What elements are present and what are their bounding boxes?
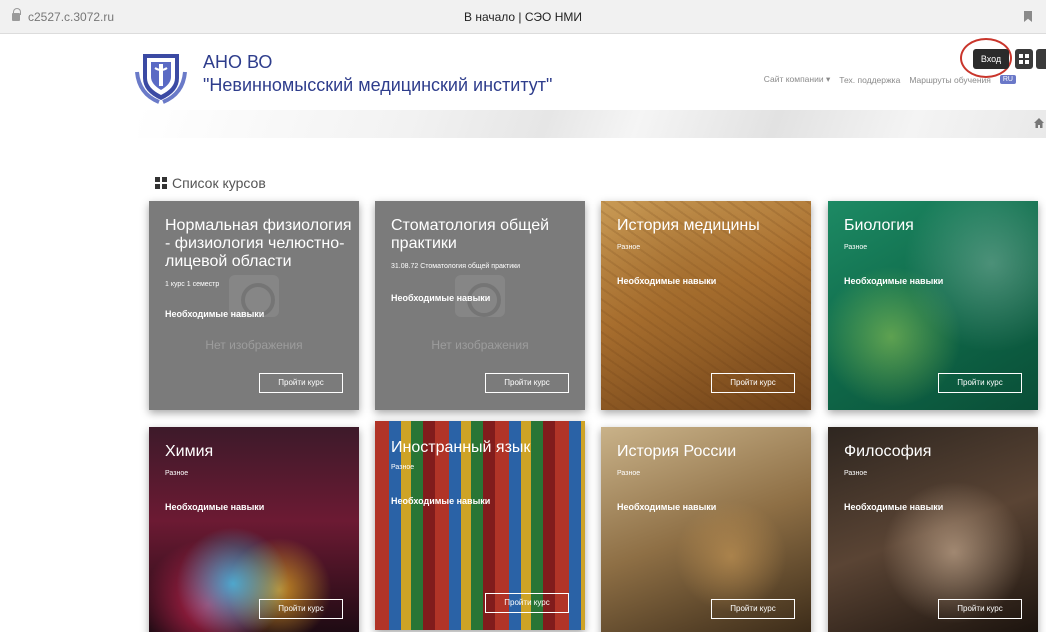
- course-title[interactable]: Философия: [844, 443, 1032, 461]
- start-course-button[interactable]: Пройти курс: [259, 373, 343, 393]
- header-banner: [138, 110, 1046, 138]
- start-course-button[interactable]: Пройти курс: [711, 373, 795, 393]
- course-title[interactable]: Биология: [844, 217, 1032, 235]
- course-subtitle: 31.08.72 Стоматология общей практики: [391, 263, 521, 270]
- course-skills: Необходимые навыки: [617, 502, 717, 512]
- course-card[interactable]: Философия Разное Необходимые навыки Прой…: [828, 427, 1038, 632]
- start-course-button[interactable]: Пройти курс: [485, 593, 569, 613]
- org-name: "Невинномысский медицинский институт": [203, 75, 553, 95]
- course-subtitle: Разное: [844, 470, 868, 477]
- grid-icon: [155, 177, 167, 189]
- start-course-button[interactable]: Пройти курс: [938, 373, 1022, 393]
- course-subtitle: Разное: [844, 244, 868, 251]
- course-title[interactable]: Химия: [165, 443, 353, 461]
- course-card[interactable]: История России Разное Необходимые навыки…: [601, 427, 811, 632]
- course-card[interactable]: История медицины Разное Необходимые навы…: [601, 201, 811, 410]
- no-image-label: Нет изображения: [205, 338, 303, 352]
- course-title[interactable]: Иностранный язык: [391, 439, 579, 457]
- nav-company-site[interactable]: Сайт компании ▾: [764, 74, 831, 85]
- course-subtitle: Разное: [391, 464, 415, 471]
- home-icon[interactable]: [1034, 118, 1044, 128]
- course-skills: Необходимые навыки: [844, 276, 944, 286]
- nav-support[interactable]: Тех. поддержка: [839, 75, 900, 85]
- course-skills: Необходимые навыки: [844, 502, 944, 512]
- course-skills: Необходимые навыки: [391, 293, 491, 303]
- start-course-button[interactable]: Пройти курс: [259, 599, 343, 619]
- course-card[interactable]: Нет изображения Стоматология общей практ…: [375, 201, 585, 410]
- course-skills: Необходимые навыки: [165, 502, 265, 512]
- course-card[interactable]: Биология Разное Необходимые навыки Пройт…: [828, 201, 1038, 410]
- course-subtitle: 1 курс 1 семестр: [165, 281, 220, 288]
- course-title[interactable]: История России: [617, 443, 805, 461]
- course-card[interactable]: Иностранный язык Разное Необходимые навы…: [375, 421, 585, 630]
- start-course-button[interactable]: Пройти курс: [938, 599, 1022, 619]
- course-skills: Необходимые навыки: [391, 496, 491, 506]
- page-title-bar: В начало | СЭО НМИ: [463, 10, 582, 24]
- org-type: АНО ВО: [203, 52, 273, 72]
- institute-logo[interactable]: [133, 48, 189, 104]
- apps-grid-button[interactable]: [1015, 49, 1033, 69]
- start-course-button[interactable]: Пройти курс: [485, 373, 569, 393]
- language-selector[interactable]: RU: [999, 75, 1016, 84]
- no-image-label: Нет изображения: [431, 338, 529, 352]
- browser-address-bar: c2527.c.3072.ru В начало | СЭО НМИ: [0, 0, 1046, 34]
- help-button[interactable]: [1036, 49, 1046, 69]
- section-title-label: Список курсов: [172, 175, 266, 191]
- start-course-button[interactable]: Пройти курс: [711, 599, 795, 619]
- course-subtitle: Разное: [165, 470, 189, 477]
- course-skills: Необходимые навыки: [617, 276, 717, 286]
- login-button[interactable]: Вход: [973, 49, 1009, 69]
- course-skills: Необходимые навыки: [165, 309, 265, 319]
- course-subtitle: Разное: [617, 244, 641, 251]
- course-card[interactable]: Химия Разное Необходимые навыки Пройти к…: [149, 427, 359, 632]
- section-title: Список курсов: [155, 175, 266, 191]
- course-title[interactable]: Стоматология общей практики: [391, 217, 579, 253]
- course-title[interactable]: История медицины: [617, 217, 805, 235]
- course-subtitle: Разное: [617, 470, 641, 477]
- course-card[interactable]: Нет изображения Нормальная физиология - …: [149, 201, 359, 410]
- course-title[interactable]: Нормальная физиология - физиология челюс…: [165, 217, 353, 271]
